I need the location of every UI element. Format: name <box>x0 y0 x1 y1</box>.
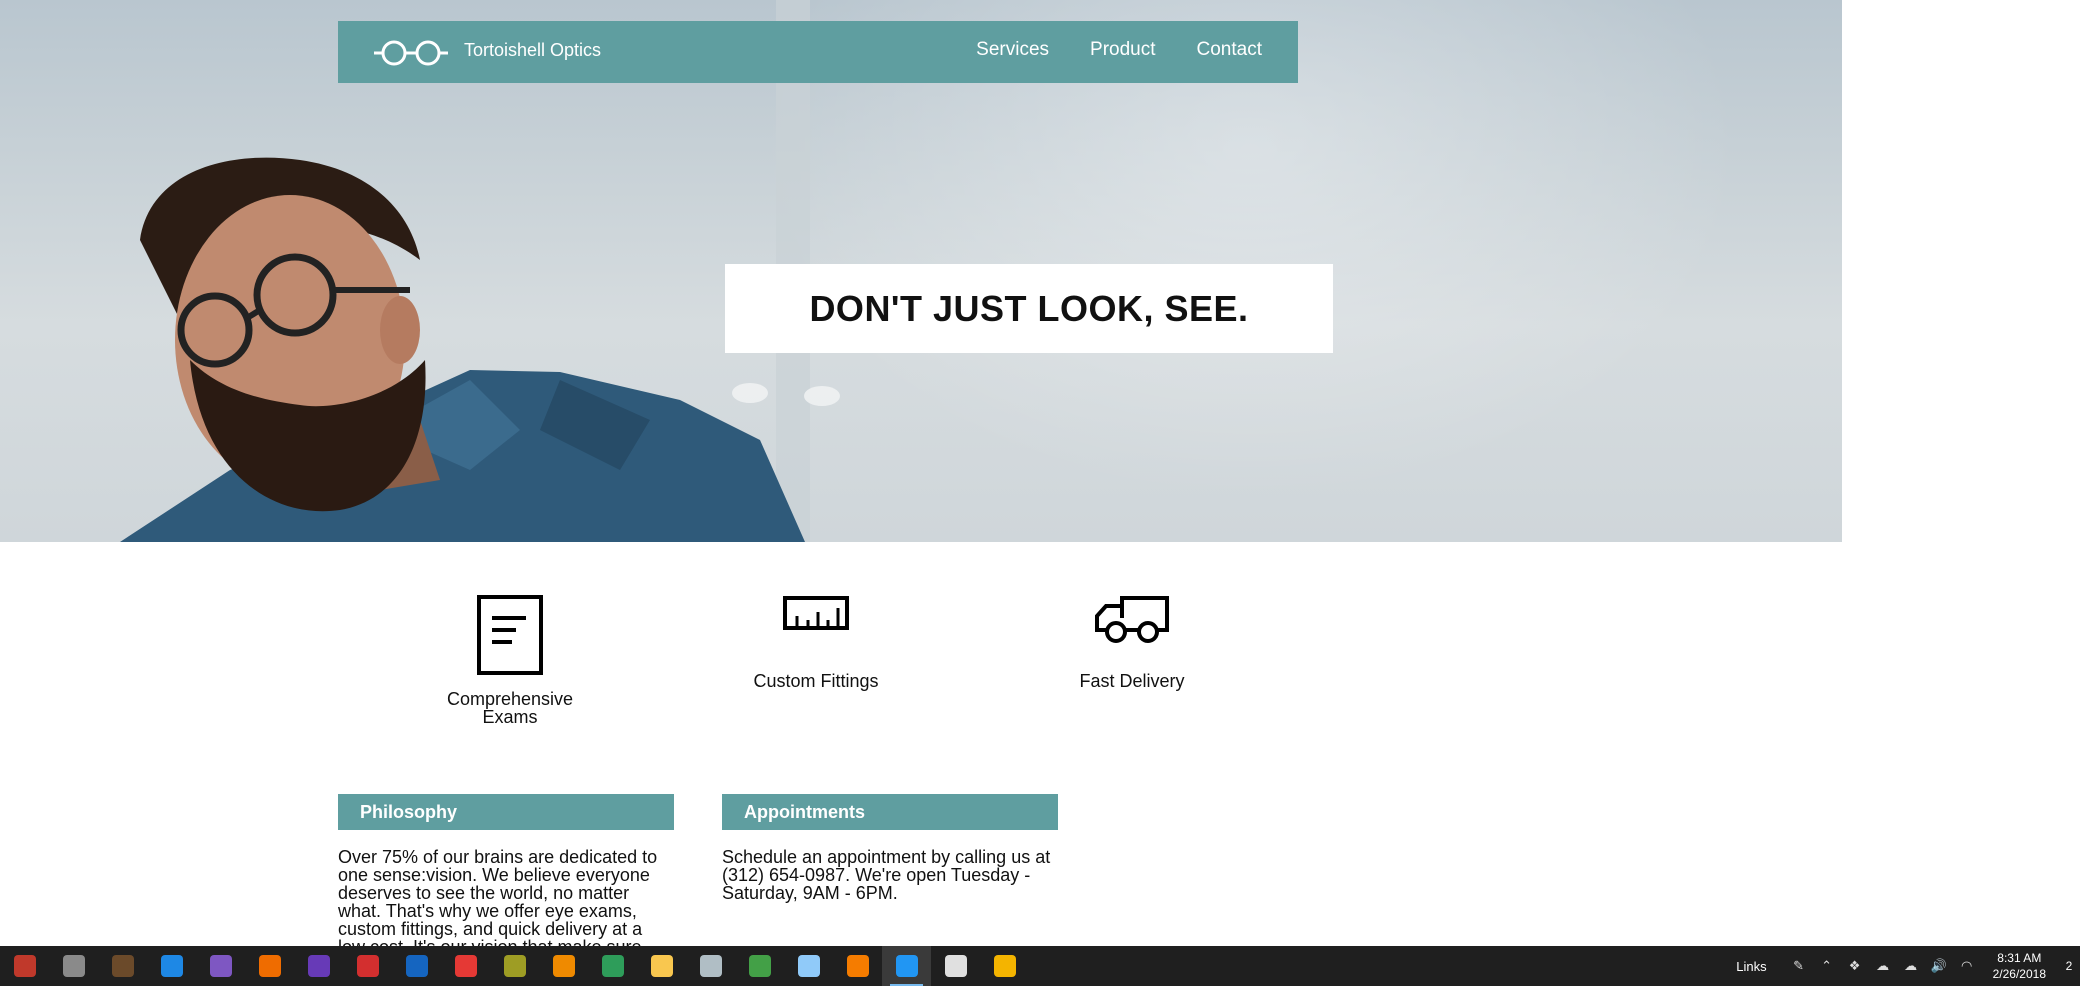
app-icon <box>111 955 134 977</box>
taskbar-app-button[interactable] <box>637 946 686 986</box>
taskbar-app-button[interactable] <box>980 946 1029 986</box>
notification-center-icon[interactable]: 2 <box>2058 946 2080 986</box>
feature-label: Comprehensive Exams <box>446 689 574 727</box>
onedrive-icon[interactable]: ☁ <box>1901 956 1921 976</box>
feature-exams: Comprehensive Exams <box>440 594 580 726</box>
philosophy-body: Over 75% of our brains are dedicated to … <box>338 847 658 956</box>
taskbar-app-button[interactable] <box>588 946 637 986</box>
windows-taskbar: Links ✎ ⌃ ❖ ☁ ☁ 🔊 ◠ 8:31 AM 2/26/2018 2 <box>0 946 2080 986</box>
top-nav: Tortoishell Optics Services Product Cont… <box>338 21 1298 83</box>
app-red-icon <box>13 955 36 977</box>
taskbar-app-button[interactable] <box>49 946 98 986</box>
taskbar-app-button[interactable] <box>441 946 490 986</box>
ruler-icon <box>783 596 849 630</box>
feature-delivery: Fast Delivery <box>1062 594 1202 690</box>
feature-label: Custom Fittings <box>753 671 879 691</box>
wifi-icon[interactable]: ◠ <box>1957 956 1977 976</box>
taskbar-app-button[interactable] <box>98 946 147 986</box>
taskbar-app-button[interactable] <box>686 946 735 986</box>
brand-name[interactable]: Tortoishell Optics <box>464 39 601 61</box>
chevron-up-icon[interactable]: ⌃ <box>1817 956 1837 976</box>
hero-banner: Tortoishell Optics Services Product Cont… <box>0 0 1842 542</box>
nav-links: Services Product Contact <box>976 39 1262 61</box>
taskbar-app-button[interactable] <box>931 946 980 986</box>
system-tray: Links ✎ ⌃ ❖ ☁ ☁ 🔊 ◠ 8:31 AM 2/26/2018 2 <box>1736 946 2080 986</box>
philosophy-panel: Philosophy Over 75% of our brains are de… <box>338 794 674 956</box>
taskbar-app-button[interactable] <box>882 946 931 986</box>
links-toolbar[interactable]: Links <box>1736 959 1766 974</box>
git-icon <box>993 955 1016 977</box>
outlook-icon <box>405 955 428 977</box>
glasses-icon[interactable] <box>374 39 448 67</box>
taskbar-app-button[interactable] <box>784 946 833 986</box>
pen-icon[interactable]: ✎ <box>1789 956 1809 976</box>
appointments-panel: Appointments Schedule an appointment by … <box>722 794 1058 902</box>
taskbar-app-button[interactable] <box>0 946 49 986</box>
truck-icon <box>1095 596 1169 643</box>
app-green-icon <box>601 955 624 977</box>
chrome-icon <box>748 955 771 977</box>
taskbar-apps <box>0 946 1029 986</box>
cortana-icon <box>62 955 85 977</box>
taskbar-app-button[interactable] <box>343 946 392 986</box>
taskbar-app-button[interactable] <box>833 946 882 986</box>
document-icon <box>477 595 543 675</box>
nav-link-product[interactable]: Product <box>1090 39 1155 61</box>
firefox-icon <box>258 955 281 977</box>
firefox-icon <box>846 955 869 977</box>
visual-studio-icon <box>209 955 232 977</box>
philosophy-title: Philosophy <box>338 794 674 830</box>
appointments-title: Appointments <box>722 794 1058 830</box>
nav-link-contact[interactable]: Contact <box>1197 39 1262 61</box>
taskbar-app-button[interactable] <box>294 946 343 986</box>
volume-icon[interactable]: 🔊 <box>1929 956 1949 976</box>
taskbar-app-button[interactable] <box>392 946 441 986</box>
nav-link-services[interactable]: Services <box>976 39 1049 61</box>
app-icon <box>944 955 967 977</box>
feature-fittings: Custom Fittings <box>746 594 886 690</box>
edge-icon <box>160 955 183 977</box>
tools-icon <box>503 955 526 977</box>
cloud-icon[interactable]: ☁ <box>1873 956 1893 976</box>
app-red-icon <box>356 955 379 977</box>
folder-icon <box>650 955 673 977</box>
tagline-box: DON'T JUST LOOK, SEE. <box>725 264 1333 353</box>
taskbar-app-button[interactable] <box>490 946 539 986</box>
app-icon <box>699 955 722 977</box>
taskbar-app-button[interactable] <box>539 946 588 986</box>
opera-icon <box>454 955 477 977</box>
hero-tagline: DON'T JUST LOOK, SEE. <box>809 287 1249 329</box>
clock-time: 8:31 AM <box>1997 951 2042 965</box>
taskbar-app-button[interactable] <box>196 946 245 986</box>
clock[interactable]: 8:31 AM 2/26/2018 <box>1993 950 2046 982</box>
visual-studio-icon <box>307 955 330 977</box>
taskbar-app-button[interactable] <box>735 946 784 986</box>
taskbar-app-button[interactable] <box>147 946 196 986</box>
taskbar-app-button[interactable] <box>245 946 294 986</box>
settings-icon <box>552 955 575 977</box>
clock-date: 2/26/2018 <box>1992 967 2046 981</box>
vscode-icon <box>895 955 918 977</box>
appointments-body: Schedule an appointment by calling us at… <box>722 847 1051 903</box>
notification-count: 2 <box>2065 959 2073 973</box>
box-icon <box>797 955 820 977</box>
dropbox-icon[interactable]: ❖ <box>1845 956 1865 976</box>
feature-label: Fast Delivery <box>1079 671 1185 691</box>
